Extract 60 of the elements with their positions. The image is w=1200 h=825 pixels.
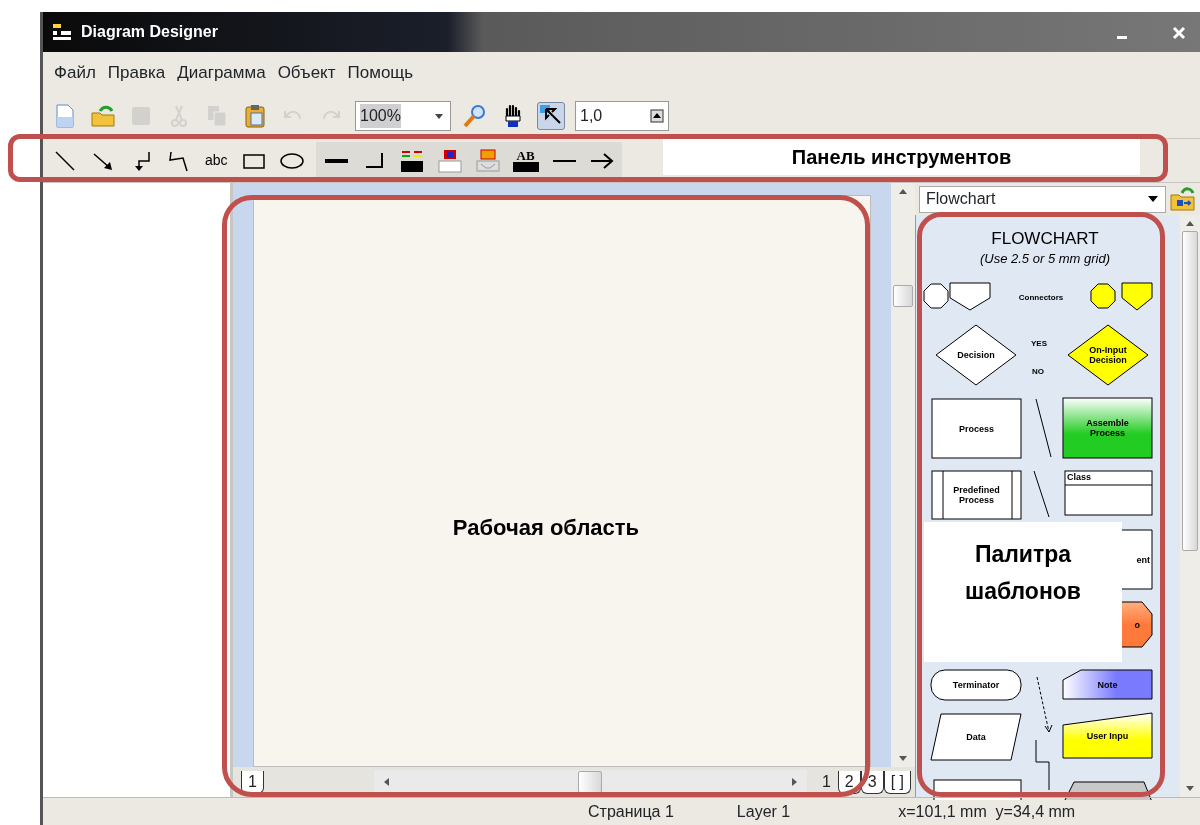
connector-line-template[interactable] bbox=[1035, 398, 1052, 458]
vertical-scrollbar[interactable] bbox=[891, 183, 915, 767]
menu-item[interactable]: Правка bbox=[102, 58, 171, 88]
close-icon[interactable] bbox=[1172, 26, 1186, 41]
process-template[interactable]: Assemble Process bbox=[1062, 397, 1153, 459]
palette-title: FLOWCHART bbox=[991, 229, 1099, 248]
scroll-up-icon[interactable] bbox=[898, 187, 908, 195]
vertical-scrollbar[interactable] bbox=[1180, 215, 1200, 797]
template-selector[interactable]: Flowchart bbox=[919, 185, 1166, 213]
text-tool[interactable]: abc bbox=[203, 150, 230, 171]
annotation-label: Панель инструментов bbox=[663, 139, 1140, 175]
pointer-icon[interactable] bbox=[537, 102, 565, 130]
gradient-icon[interactable] bbox=[473, 146, 502, 175]
annotation-label: Палитра шаблонов bbox=[924, 522, 1122, 662]
note-template[interactable]: Note bbox=[1062, 669, 1153, 700]
manual-input-template[interactable]: User Inpu bbox=[1062, 712, 1153, 759]
scroll-down-icon[interactable] bbox=[898, 755, 908, 763]
scroll-thumb[interactable] bbox=[1182, 231, 1198, 551]
connector-template[interactable] bbox=[1090, 283, 1116, 309]
dropdown-arrow-icon[interactable] bbox=[1147, 195, 1159, 203]
template-caption: YES bbox=[1031, 339, 1047, 348]
horizontal-scrollbar[interactable] bbox=[373, 770, 807, 794]
annotation-label: Рабочая область bbox=[451, 514, 641, 542]
scroll-right-icon[interactable] bbox=[790, 777, 799, 787]
app-icon bbox=[51, 22, 73, 42]
window-title: Diagram Designer bbox=[81, 22, 218, 42]
dashed-arrow-template[interactable] bbox=[1036, 676, 1053, 733]
scroll-down-icon[interactable] bbox=[1185, 785, 1195, 793]
process-template[interactable]: Process bbox=[931, 398, 1022, 459]
decision-template[interactable]: On-Input Decision bbox=[1067, 324, 1149, 386]
page-tab[interactable]: [ ] bbox=[883, 770, 911, 794]
scroll-thumb[interactable] bbox=[578, 771, 603, 793]
status-layer: Layer 1 bbox=[736, 801, 791, 822]
page-tab[interactable]: 1 bbox=[241, 770, 264, 794]
template-caption: NO bbox=[1032, 367, 1044, 376]
predefined-process-template[interactable]: Predefined Process bbox=[931, 470, 1022, 520]
zoom-combo[interactable]: 100% bbox=[355, 101, 451, 131]
menu-item[interactable]: Помощь bbox=[342, 58, 419, 88]
menu-item[interactable]: Файл bbox=[49, 58, 101, 88]
menu-item[interactable]: Объект bbox=[272, 58, 341, 88]
step-line-template[interactable] bbox=[1035, 739, 1050, 791]
menu-item[interactable]: Диаграмма bbox=[172, 58, 271, 88]
terminator-template[interactable]: Terminator bbox=[930, 669, 1022, 701]
template-caption: Connectors bbox=[1018, 293, 1064, 302]
connector-template[interactable] bbox=[923, 283, 949, 309]
class-template[interactable]: Class bbox=[1064, 470, 1153, 516]
connector-line-template[interactable] bbox=[1033, 470, 1050, 518]
decision-template[interactable]: Decision bbox=[935, 324, 1017, 386]
data-template[interactable]: Data bbox=[930, 713, 1022, 761]
font-color-tool[interactable]: AB bbox=[511, 143, 540, 178]
line-width-field[interactable]: 1,0 bbox=[575, 101, 669, 131]
scroll-thumb[interactable] bbox=[893, 285, 913, 307]
status-page: Страница 1 bbox=[588, 801, 674, 822]
off-page-connector-template[interactable] bbox=[1121, 282, 1153, 311]
load-folder-icon[interactable] bbox=[1170, 186, 1196, 212]
scroll-up-icon[interactable] bbox=[1185, 219, 1195, 227]
page-tab[interactable]: 1 bbox=[814, 770, 838, 794]
off-page-connector-template[interactable] bbox=[949, 282, 991, 311]
status-coordinates: x=101,1 mm y=34,4 mm bbox=[898, 801, 1076, 822]
palette-subtitle: (Use 2.5 or 5 mm grid) bbox=[980, 251, 1110, 266]
